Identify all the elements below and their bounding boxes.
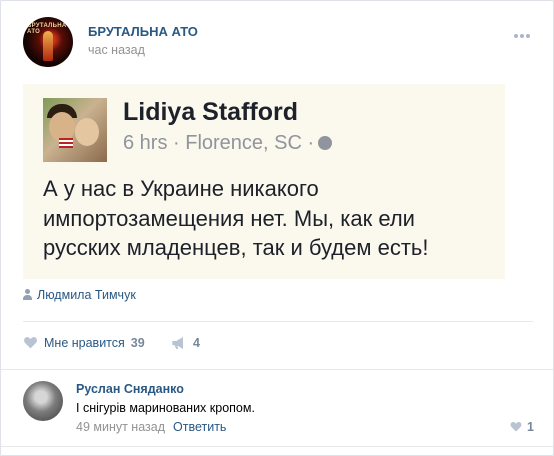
comment-meta: 49 минут назад Ответить xyxy=(76,420,226,434)
post-header: БРУТАЛЬНА АТО БРУТАЛЬНА АТО час назад xyxy=(23,17,538,69)
post-signature[interactable]: Людмила Тимчук xyxy=(23,288,136,302)
small-heart-icon xyxy=(510,421,522,432)
comment-like-button[interactable]: 1 xyxy=(510,420,534,434)
more-icon[interactable] xyxy=(514,25,534,38)
group-avatar-figure xyxy=(43,31,53,61)
quoted-post-meta: 6 hrs · Florence, SC · xyxy=(123,132,333,155)
heart-icon xyxy=(24,337,37,349)
divider xyxy=(23,321,533,322)
comment-text: І снігурів маринованих кропом. xyxy=(76,401,255,415)
group-avatar[interactable]: БРУТАЛЬНА АТО xyxy=(23,17,73,67)
signature-author[interactable]: Людмила Тимчук xyxy=(37,288,136,302)
comment: Руслан Сняданко І снігурів маринованих к… xyxy=(23,379,538,439)
divider xyxy=(1,369,553,370)
like-label: Мне нравится xyxy=(44,336,125,350)
quoted-post-meta-text: 6 hrs · Florence, SC · xyxy=(123,132,315,154)
comment-author-name[interactable]: Руслан Сняданко xyxy=(76,382,184,396)
quoted-author-avatar xyxy=(43,98,107,162)
group-name-link[interactable]: БРУТАЛЬНА АТО xyxy=(88,24,198,39)
quoted-post-text: А у нас в Украине никакого импортозамеще… xyxy=(43,176,429,260)
like-button[interactable]: Мне нравится 39 xyxy=(23,336,145,350)
globe-icon xyxy=(318,136,333,150)
megaphone-icon xyxy=(172,337,183,349)
like-count: 39 xyxy=(130,336,145,350)
share-button[interactable]: 4 xyxy=(171,336,200,350)
comment-like-count: 1 xyxy=(527,420,534,434)
divider xyxy=(1,446,553,447)
flag-icon xyxy=(59,138,73,148)
reply-link[interactable]: Ответить xyxy=(173,420,226,434)
post-time[interactable]: час назад xyxy=(88,43,145,57)
comment-time[interactable]: 49 минут назад xyxy=(76,420,165,434)
quoted-author-name: Lidiya Stafford xyxy=(123,98,299,126)
comment-author-avatar[interactable] xyxy=(23,381,63,421)
post-card: БРУТАЛЬНА АТО БРУТАЛЬНА АТО час назад Li… xyxy=(0,0,554,456)
share-count: 4 xyxy=(193,336,200,350)
quoted-post-image[interactable]: Lidiya Stafford 6 hrs · Florence, SC · А… xyxy=(23,84,505,279)
person-icon xyxy=(23,289,32,300)
